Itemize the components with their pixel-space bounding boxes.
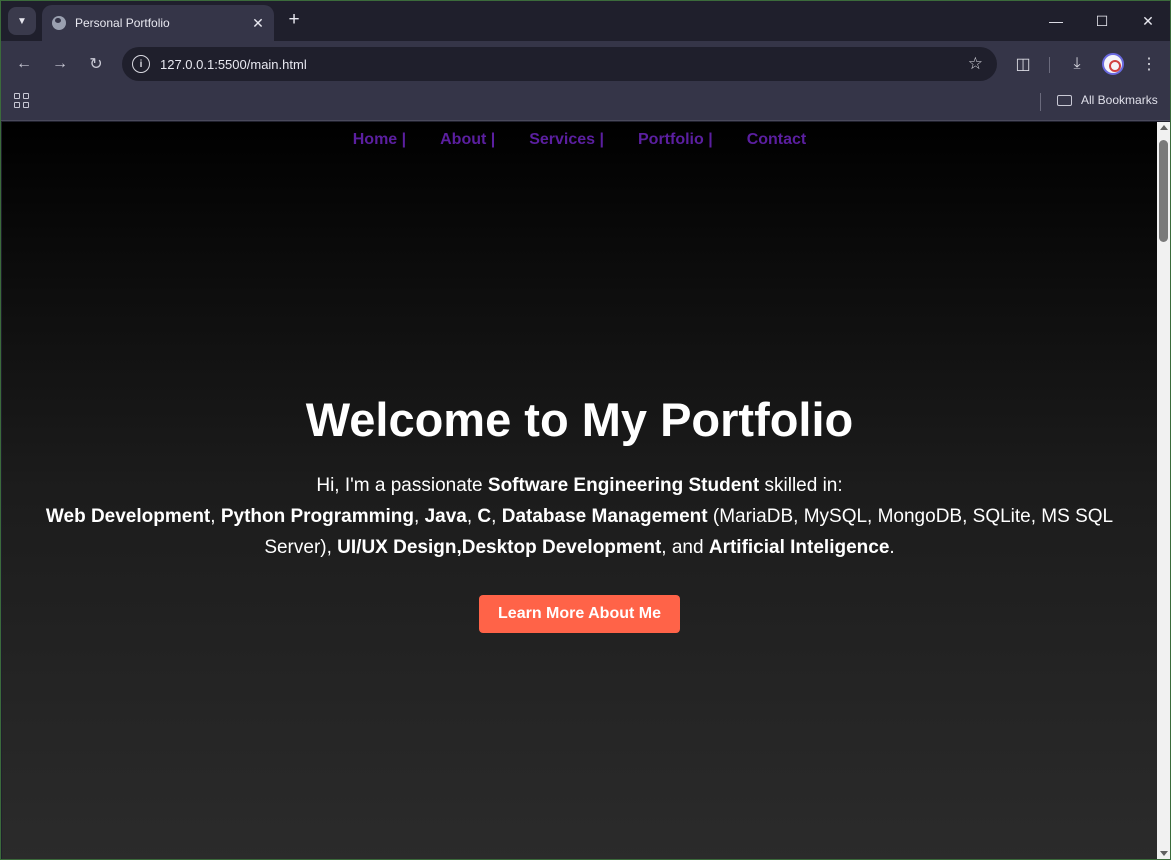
tab-title: Personal Portfolio bbox=[75, 16, 170, 30]
scroll-thumb[interactable] bbox=[1159, 140, 1168, 242]
download-icon[interactable]: ⤓ bbox=[1063, 50, 1091, 78]
skill-sep: , bbox=[414, 506, 425, 527]
skill-uiux: UI/UX Design,Desktop Development bbox=[337, 537, 662, 558]
all-bookmarks-button[interactable]: All Bookmarks bbox=[1057, 93, 1158, 107]
page-viewport: Home | About | Services | Portfolio | Co… bbox=[2, 122, 1157, 859]
skill-database: Database Management bbox=[501, 506, 708, 527]
new-tab-button[interactable]: + bbox=[283, 9, 305, 31]
hero-section: Welcome to My Portfolio Hi, I'm a passio… bbox=[2, 392, 1157, 633]
hero-intro: Hi, I'm a passionate Software Engineerin… bbox=[39, 470, 1120, 563]
skill-sep: , bbox=[466, 506, 478, 527]
apps-grid-icon[interactable] bbox=[14, 93, 29, 108]
minimize-button[interactable]: — bbox=[1033, 1, 1079, 41]
hero-title: Welcome to My Portfolio bbox=[305, 393, 854, 446]
skill-c: C bbox=[477, 506, 492, 527]
intro-role: Software Engineering Student bbox=[487, 475, 760, 496]
url-text[interactable]: 127.0.0.1:5500/main.html bbox=[160, 57, 968, 72]
close-window-button[interactable]: ✕ bbox=[1125, 1, 1170, 41]
bookmarks-divider bbox=[1040, 93, 1041, 111]
intro-suffix: skilled in: bbox=[759, 475, 843, 496]
chevron-down-icon: ▼ bbox=[17, 15, 27, 27]
bookmark-star-icon[interactable]: ☆ bbox=[968, 54, 983, 74]
globe-icon bbox=[52, 16, 66, 30]
menu-icon[interactable]: ⋮ bbox=[1135, 50, 1163, 78]
skill-sep: , and bbox=[661, 537, 709, 558]
scroll-up-arrow-icon[interactable] bbox=[1160, 125, 1168, 130]
nav-link-contact[interactable]: Contact bbox=[747, 131, 807, 149]
all-bookmarks-label: All Bookmarks bbox=[1081, 93, 1158, 107]
tab-strip: ▼ Personal Portfolio ✕ + — ☐ ✕ bbox=[1, 1, 1170, 41]
nav-link-home[interactable]: Home | bbox=[353, 131, 406, 149]
site-navigation: Home | About | Services | Portfolio | Co… bbox=[2, 122, 1157, 158]
skill-python: Python Programming bbox=[220, 506, 415, 527]
skill-java: Java bbox=[424, 506, 467, 527]
active-tab[interactable]: Personal Portfolio ✕ bbox=[42, 5, 274, 41]
extensions-icon[interactable]: ◫ bbox=[1009, 50, 1037, 78]
skill-sep: , bbox=[491, 506, 502, 527]
skill-end: . bbox=[889, 537, 895, 558]
learn-more-button[interactable]: Learn More About Me bbox=[479, 595, 680, 633]
close-tab-icon[interactable]: ✕ bbox=[248, 13, 268, 33]
bookmarks-bar bbox=[1, 87, 1170, 121]
nav-link-portfolio[interactable]: Portfolio | bbox=[638, 131, 713, 149]
nav-link-about[interactable]: About | bbox=[440, 131, 495, 149]
browser-window: ▼ Personal Portfolio ✕ + — ☐ ✕ ← → ↻ i 1… bbox=[0, 0, 1171, 860]
intro-prefix: Hi, I'm a passionate bbox=[316, 475, 488, 496]
scroll-down-arrow-icon[interactable] bbox=[1160, 851, 1168, 856]
page-scrollbar[interactable] bbox=[1157, 122, 1170, 859]
forward-button[interactable]: → bbox=[46, 50, 74, 78]
tab-search-button[interactable]: ▼ bbox=[8, 7, 36, 35]
maximize-button[interactable]: ☐ bbox=[1079, 1, 1125, 41]
site-info-icon[interactable]: i bbox=[132, 55, 150, 73]
address-bar[interactable]: i 127.0.0.1:5500/main.html ☆ bbox=[122, 47, 997, 81]
skill-web: Web Development bbox=[45, 506, 211, 527]
folder-icon bbox=[1057, 94, 1072, 106]
browser-toolbar: ← → ↻ i 127.0.0.1:5500/main.html ☆ ◫ ⤓ ⋮ bbox=[1, 41, 1170, 87]
skill-sep: , bbox=[210, 506, 221, 527]
nav-link-services[interactable]: Services | bbox=[529, 131, 604, 149]
toolbar-divider bbox=[1049, 57, 1050, 73]
reload-button[interactable]: ↻ bbox=[82, 50, 110, 78]
back-button[interactable]: ← bbox=[10, 50, 38, 78]
profile-avatar[interactable] bbox=[1102, 53, 1124, 75]
skill-ai: Artificial Inteligence bbox=[708, 537, 890, 558]
